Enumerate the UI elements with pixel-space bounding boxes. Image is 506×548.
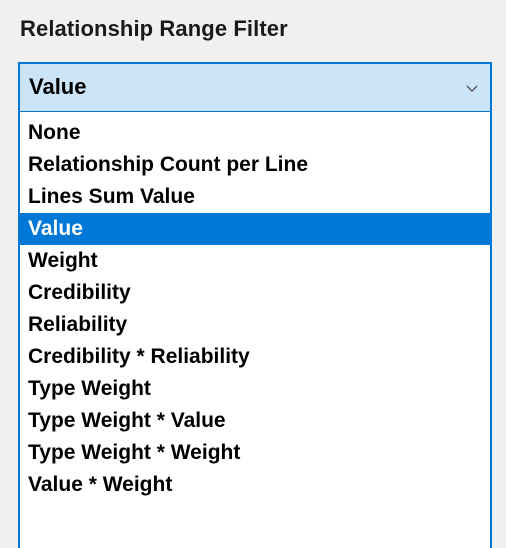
dropdown-option-relationship-count-per-line[interactable]: Relationship Count per Line bbox=[20, 149, 490, 181]
dropdown-option-lines-sum-value[interactable]: Lines Sum Value bbox=[20, 181, 490, 213]
filter-combobox[interactable]: Value bbox=[18, 62, 492, 112]
relationship-range-filter-panel: Relationship Range Filter Value None Rel… bbox=[0, 0, 506, 548]
dropdown-option-none[interactable]: None bbox=[20, 117, 490, 149]
filter-title: Relationship Range Filter bbox=[20, 16, 288, 41]
chevron-down-icon[interactable] bbox=[462, 78, 482, 98]
dropdown-option-type-weight-times-weight[interactable]: Type Weight * Weight bbox=[20, 437, 490, 469]
dropdown-option-value-times-weight[interactable]: Value * Weight bbox=[20, 469, 490, 501]
dropdown-option-reliability[interactable]: Reliability bbox=[20, 309, 490, 341]
dropdown-option-type-weight[interactable]: Type Weight bbox=[20, 373, 490, 405]
dropdown-list: None Relationship Count per Line Lines S… bbox=[18, 112, 492, 548]
dropdown-option-credibility-times-reliability[interactable]: Credibility * Reliability bbox=[20, 341, 490, 373]
dropdown-option-weight[interactable]: Weight bbox=[20, 245, 490, 277]
dropdown-option-type-weight-times-value[interactable]: Type Weight * Value bbox=[20, 405, 490, 437]
dropdown-option-credibility[interactable]: Credibility bbox=[20, 277, 490, 309]
dropdown-option-value[interactable]: Value bbox=[20, 213, 490, 245]
combobox-selected-value: Value bbox=[29, 74, 87, 99]
